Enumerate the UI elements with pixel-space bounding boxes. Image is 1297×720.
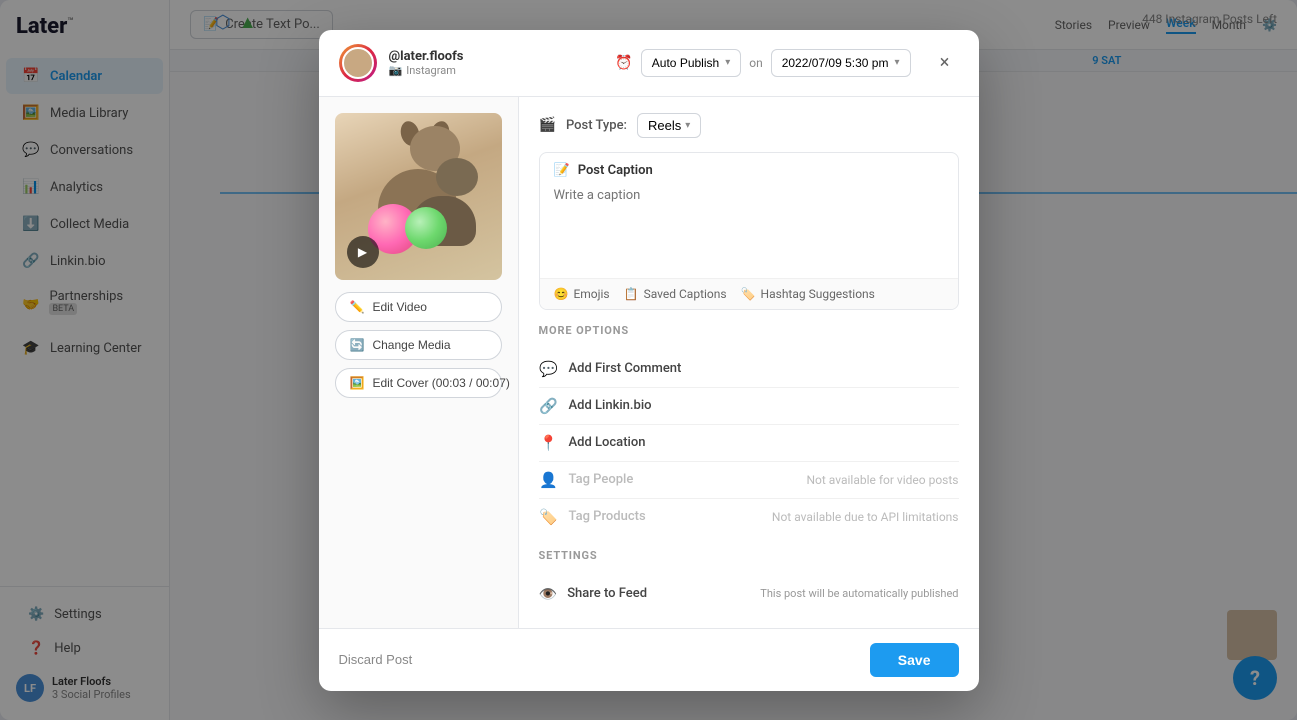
profile-info: @later.floofs 📷 Instagram	[389, 49, 464, 77]
profile-handle: @later.floofs	[389, 49, 464, 64]
save-button[interactable]: Save	[870, 643, 959, 677]
post-type-select[interactable]: Reels ▾	[637, 113, 701, 138]
play-button[interactable]: ▶	[347, 236, 379, 268]
edit-video-button[interactable]: ✏️ Edit Video	[335, 292, 502, 322]
caption-toolbar: 😊 Emojis 📋 Saved Captions 🏷️ Hashtag Sug…	[540, 278, 958, 309]
tag-people-row: 👤 Tag People Not available for video pos…	[539, 462, 959, 499]
tag-people-icon: 👤	[539, 471, 559, 489]
add-linkin-bio-row[interactable]: 🔗 Add Linkin.bio	[539, 388, 959, 425]
auto-publish-button[interactable]: Auto Publish ▾	[641, 49, 741, 77]
schedule-icon: ⏰	[615, 55, 632, 71]
media-preview: ▶	[335, 113, 502, 280]
modal-footer: Discard Post Save	[319, 628, 979, 691]
instagram-icon: 📷	[389, 64, 403, 77]
discard-post-button[interactable]: Discard Post	[339, 652, 413, 667]
saved-captions-icon: 📋	[624, 287, 639, 301]
edit-video-icon: ✏️	[350, 300, 365, 314]
content-panel: 🎬 Post Type: Reels ▾ 📝 Post Caption	[519, 97, 979, 628]
change-media-button[interactable]: 🔄 Change Media	[335, 330, 502, 360]
change-media-icon: 🔄	[350, 338, 365, 352]
edit-cover-icon: 🖼️	[350, 376, 365, 390]
media-action-buttons: ✏️ Edit Video 🔄 Change Media 🖼️ Edit Cov…	[335, 292, 502, 398]
tag-products-icon: 🏷️	[539, 508, 559, 526]
hashtag-suggestions-button[interactable]: 🏷️ Hashtag Suggestions	[741, 287, 875, 301]
linkin-bio-icon: 🔗	[539, 397, 559, 415]
post-type-icon: 🎬	[539, 117, 556, 133]
emojis-button[interactable]: 😊 Emojis	[554, 287, 610, 301]
modal-close-button[interactable]: ×	[931, 49, 959, 77]
modal-body: ▶ ✏️ Edit Video 🔄 Change Media 🖼️ Edit C…	[319, 97, 979, 628]
post-editor-modal: @later.floofs 📷 Instagram ⏰ Auto Publish…	[319, 30, 979, 691]
chevron-down-icon: ▾	[685, 120, 690, 131]
emoji-icon: 😊	[554, 287, 569, 301]
add-location-row[interactable]: 📍 Add Location	[539, 425, 959, 462]
caption-textarea[interactable]	[540, 184, 958, 274]
more-options-list: 💬 Add First Comment 🔗 Add Linkin.bio 📍 A…	[539, 351, 959, 535]
modal-overlay: @later.floofs 📷 Instagram ⏰ Auto Publish…	[0, 0, 1297, 720]
caption-icon: 📝	[554, 163, 570, 178]
caption-section: 📝 Post Caption 😊 Emojis 📋 Saved Captions	[539, 152, 959, 310]
media-panel: ▶ ✏️ Edit Video 🔄 Change Media 🖼️ Edit C…	[319, 97, 519, 628]
more-options-label: MORE OPTIONS	[539, 324, 959, 337]
profile-platform: 📷 Instagram	[389, 64, 464, 77]
location-icon: 📍	[539, 434, 559, 452]
hashtag-icon: 🏷️	[741, 287, 756, 301]
add-first-comment-row[interactable]: 💬 Add First Comment	[539, 351, 959, 388]
modal-header: @later.floofs 📷 Instagram ⏰ Auto Publish…	[319, 30, 979, 97]
chevron-down-icon: ▾	[725, 57, 730, 68]
profile-avatar	[339, 44, 377, 82]
first-comment-icon: 💬	[539, 360, 559, 378]
tag-products-row: 🏷️ Tag Products Not available due to API…	[539, 499, 959, 535]
saved-captions-button[interactable]: 📋 Saved Captions	[624, 287, 727, 301]
chevron-down-icon: ▾	[894, 57, 899, 68]
post-type-row: 🎬 Post Type: Reels ▾	[539, 113, 959, 138]
share-to-feed-row: 👁️ Share to Feed This post will be autom…	[539, 576, 959, 612]
share-to-feed-icon: 👁️	[539, 585, 558, 603]
date-time-button[interactable]: 2022/07/09 5:30 pm ▾	[771, 49, 911, 77]
publish-controls: ⏰ Auto Publish ▾ on 2022/07/09 5:30 pm ▾	[615, 49, 910, 77]
caption-header: 📝 Post Caption	[540, 153, 958, 184]
edit-cover-button[interactable]: 🖼️ Edit Cover (00:03 / 00:07)	[335, 368, 502, 398]
settings-label: SETTINGS	[539, 549, 959, 562]
